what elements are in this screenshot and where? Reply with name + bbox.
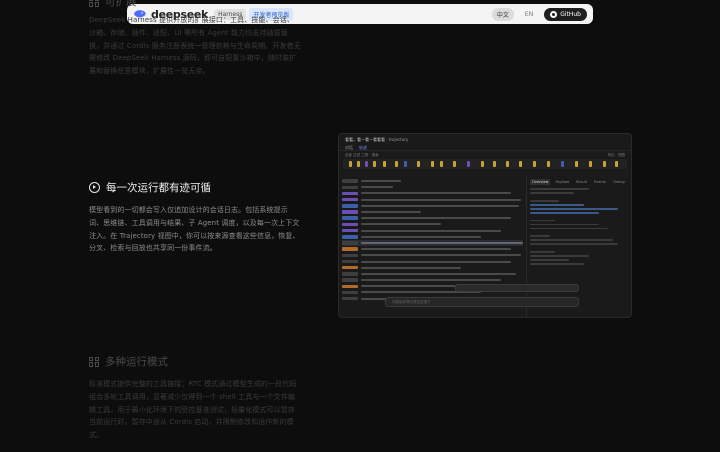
section-modes-heading: 多种运行模式 (89, 354, 301, 369)
github-button[interactable]: GitHub (544, 7, 587, 21)
section-modes-text: 标准模式提供完整的工具链接；RTC 模式通过模型生成的一段代码组合多轮工具调用，… (89, 380, 297, 440)
panel-title: 看看。看一看一看看看 (345, 137, 385, 142)
extension-icon (89, 0, 99, 7)
panel-toolbar-right[interactable]: 导出 · 视图 (608, 153, 625, 157)
panel-body: Overview Payload Result Events Timing (339, 176, 631, 317)
github-icon (550, 10, 558, 18)
event-timeline[interactable] (343, 159, 627, 169)
detail-tab-result[interactable]: Result (574, 179, 589, 185)
section-trajectory-heading: 每一次运行都有迹可循 (89, 180, 301, 195)
detail-tab-timing[interactable]: Timing (611, 179, 627, 185)
section-extensible-heading: 可扩展 (89, 0, 301, 9)
event-list (339, 176, 526, 317)
detail-tab-payload[interactable]: Payload (553, 179, 571, 185)
section-trajectory: 每一次运行都有迹可循 模型看到的一切都会写入仅追加设计的会话日志。包括系统提示词… (89, 180, 301, 255)
github-label: GitHub (560, 10, 581, 18)
panel-tab-chat[interactable]: 对话 (345, 145, 353, 151)
prompt-input[interactable]: 向智能体提问或发送指令 (385, 297, 579, 307)
panel-subtitle: trajectory (388, 137, 409, 142)
section-trajectory-title: 每一次运行都有迹可循 (106, 182, 211, 194)
play-circle-icon (89, 182, 100, 193)
grid-icon (89, 356, 99, 367)
event-detail: Overview Payload Result Events Timing (526, 176, 631, 317)
section-extensible-text: DeepSeek Harness 提供开放的扩展接口：工具、技能、会话、沙箱、存… (89, 16, 301, 76)
panel-toolbar-left[interactable]: 全部 过滤 工具 · 搜索 (345, 153, 379, 157)
panel-toolbar: 全部 过滤 工具 · 搜索 导出 · 视图 (339, 151, 631, 159)
section-modes: 多种运行模式 标准模式提供完整的工具链接；RTC 模式通过模型生成的一段代码组合… (89, 354, 301, 442)
detail-tab-overview[interactable]: Overview (530, 179, 551, 185)
lang-zh-button[interactable]: 中文 (491, 7, 514, 21)
section-extensible: 可扩展 DeepSeek Harness 提供开放的扩展接口：工具、技能、会话、… (89, 0, 301, 78)
section-extensible-title: 可扩展 (105, 0, 137, 8)
trajectory-screenshot: 看看。看一看一看看看 · trajectory 对话 轨迹 全部 过滤 工具 ·… (338, 133, 632, 318)
lang-en-button[interactable]: EN (520, 9, 538, 20)
floating-toolbar[interactable] (455, 284, 579, 292)
panel-tab-trajectory[interactable]: 轨迹 (359, 145, 367, 151)
panel-header: 看看。看一看一看看看 · trajectory 对话 轨迹 (339, 134, 631, 151)
section-trajectory-text: 模型看到的一切都会写入仅追加设计的会话日志。包括系统提示词、思维链、工具调用与结… (89, 206, 300, 253)
section-modes-title: 多种运行模式 (105, 356, 168, 368)
detail-tab-events[interactable]: Events (592, 179, 608, 185)
